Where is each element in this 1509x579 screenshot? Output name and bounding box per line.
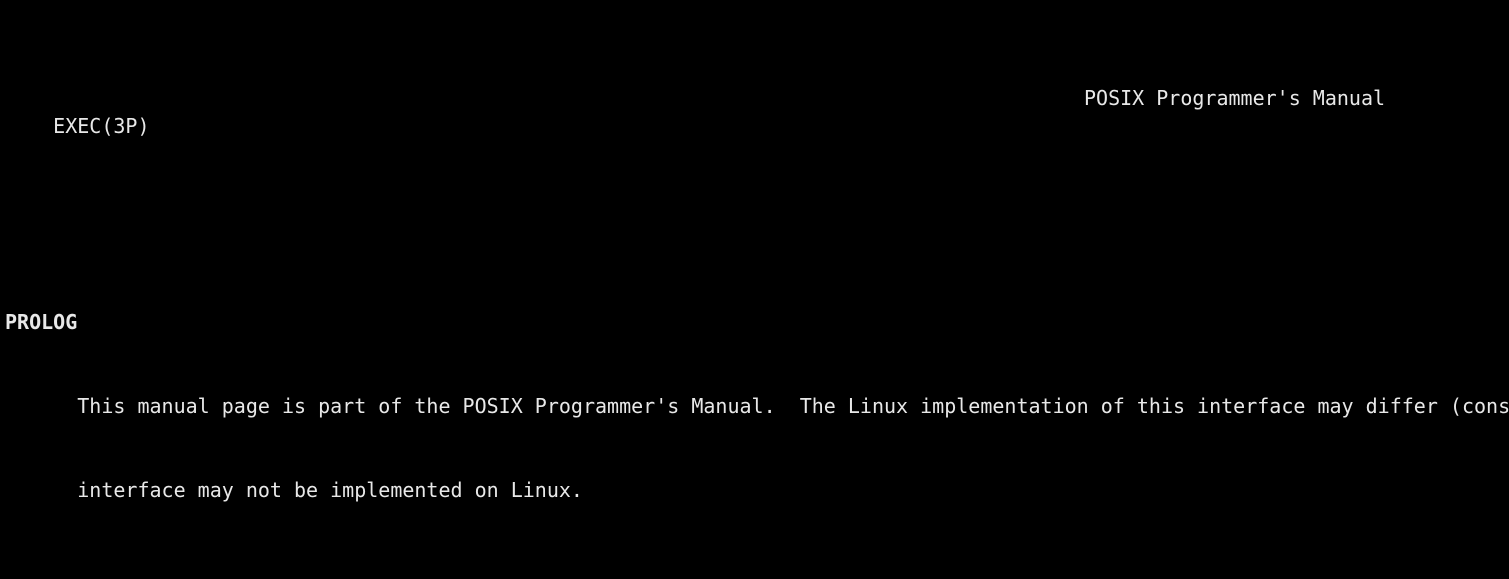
section-heading-prolog: PROLOG xyxy=(5,310,78,334)
man-page-header: EXEC(3P) POSIX Programmer's Manual xyxy=(0,84,1509,138)
man-page-title-right: POSIX Programmer's Manual xyxy=(1084,86,1386,110)
prolog-body-line-2: interface may not be implemented on Linu… xyxy=(5,478,583,502)
man-page-title-left: EXEC(3P) xyxy=(53,114,150,138)
prolog-body-line-1: This manual page is part of the POSIX Pr… xyxy=(5,394,1509,418)
man-page-terminal: EXEC(3P) POSIX Programmer's Manual PROLO… xyxy=(0,0,1509,579)
